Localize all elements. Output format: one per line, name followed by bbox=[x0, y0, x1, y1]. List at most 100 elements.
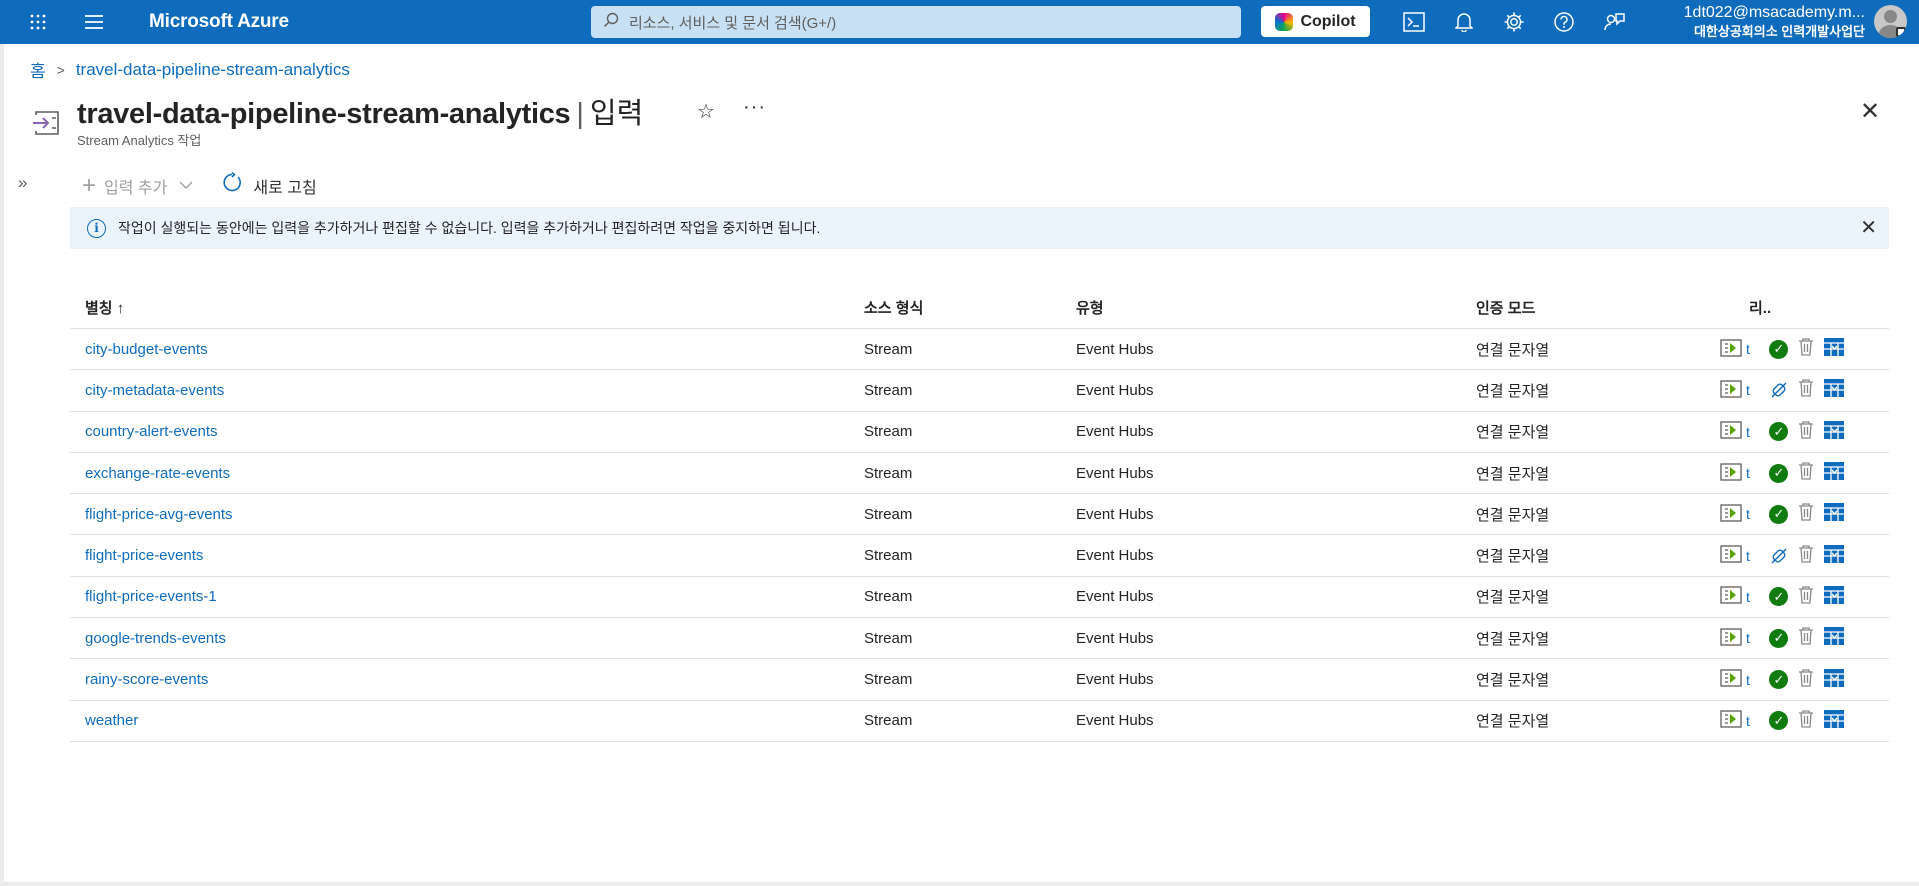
input-alias-link[interactable]: flight-price-avg-events bbox=[85, 506, 233, 523]
page-title: travel-data-pipeline-stream-analytics | 입력 bbox=[77, 90, 643, 132]
disconnected-icon bbox=[1769, 380, 1789, 400]
sample-data-icon[interactable] bbox=[1823, 585, 1845, 609]
column-header-type[interactable]: 유형 bbox=[1076, 297, 1104, 318]
sample-data-icon[interactable] bbox=[1823, 709, 1845, 733]
waffle-icon[interactable] bbox=[18, 0, 58, 44]
sample-data-icon[interactable] bbox=[1823, 420, 1845, 444]
column-header-auth[interactable]: 인증 모드 bbox=[1476, 297, 1535, 318]
auth-mode: 연결 문자열 bbox=[1476, 506, 1550, 524]
input-type: Event Hubs bbox=[1076, 423, 1154, 441]
sample-data-icon[interactable] bbox=[1823, 544, 1845, 568]
column-header-actions[interactable]: 리.. bbox=[1749, 297, 1771, 318]
test-connection-button[interactable]: t bbox=[1720, 628, 1750, 649]
input-type: Event Hubs bbox=[1076, 464, 1154, 482]
column-header-source[interactable]: 소스 형식 bbox=[864, 297, 923, 318]
breadcrumb-resource[interactable]: travel-data-pipeline-stream-analytics bbox=[76, 60, 350, 80]
sample-data-icon[interactable] bbox=[1823, 337, 1845, 361]
search-input[interactable]: 리소스, 서비스 및 문서 검색(G+/) bbox=[591, 6, 1241, 38]
test-connection-button[interactable]: t bbox=[1720, 586, 1750, 607]
test-label: t bbox=[1746, 382, 1750, 399]
avatar[interactable] bbox=[1874, 5, 1907, 38]
delete-icon[interactable] bbox=[1798, 544, 1814, 568]
input-alias-link[interactable]: city-budget-events bbox=[85, 341, 208, 358]
sample-data-icon[interactable] bbox=[1823, 378, 1845, 402]
table-row[interactable]: flight-price-events Stream Event Hubs 연결… bbox=[70, 535, 1889, 577]
sample-data-icon[interactable] bbox=[1823, 461, 1845, 485]
input-alias-link[interactable]: city-metadata-events bbox=[85, 382, 224, 399]
test-connection-button[interactable]: t bbox=[1720, 421, 1750, 442]
table-row[interactable]: city-metadata-events Stream Event Hubs 연… bbox=[70, 370, 1889, 412]
test-connection-button[interactable]: t bbox=[1720, 669, 1750, 690]
row-actions: t ✓ bbox=[1720, 420, 1845, 444]
test-connection-button[interactable]: t bbox=[1720, 462, 1750, 484]
table-row[interactable]: flight-price-events-1 Stream Event Hubs … bbox=[70, 577, 1889, 619]
table-row[interactable]: city-budget-events Stream Event Hubs 연결 … bbox=[70, 329, 1889, 371]
breadcrumb-home[interactable]: 홈 bbox=[30, 57, 46, 82]
sample-data-icon[interactable] bbox=[1823, 668, 1845, 692]
test-connection-button[interactable]: t bbox=[1720, 545, 1750, 566]
cloud-shell-icon[interactable] bbox=[1394, 0, 1434, 44]
sample-data-icon[interactable] bbox=[1823, 626, 1845, 650]
input-alias-link[interactable]: flight-price-events-1 bbox=[85, 588, 217, 605]
feedback-icon[interactable] bbox=[1594, 0, 1634, 44]
test-connection-button[interactable]: t bbox=[1720, 504, 1750, 525]
bell-icon[interactable] bbox=[1444, 0, 1484, 44]
delete-icon[interactable] bbox=[1798, 709, 1814, 733]
input-alias-link[interactable]: weather bbox=[85, 712, 138, 729]
chevron-right-icon: > bbox=[56, 61, 65, 78]
test-connection-button[interactable]: t bbox=[1720, 380, 1750, 401]
gear-icon[interactable] bbox=[1494, 0, 1534, 44]
copilot-button[interactable]: Copilot bbox=[1261, 6, 1370, 37]
test-label: t bbox=[1746, 588, 1750, 605]
input-type: Event Hubs bbox=[1076, 629, 1154, 647]
delete-icon[interactable] bbox=[1798, 668, 1814, 692]
status-ok-icon: ✓ bbox=[1769, 711, 1789, 731]
test-connection-icon bbox=[1720, 421, 1742, 442]
section-name: 입력 bbox=[589, 98, 644, 130]
test-connection-button[interactable]: t bbox=[1720, 710, 1750, 731]
user-email: 1dt022@msacademy.m... bbox=[1683, 4, 1865, 21]
sample-data-icon[interactable] bbox=[1823, 502, 1845, 526]
delete-icon[interactable] bbox=[1798, 502, 1814, 526]
delete-icon[interactable] bbox=[1798, 626, 1814, 650]
table-row[interactable]: exchange-rate-events Stream Event Hubs 연… bbox=[70, 453, 1889, 495]
delete-icon[interactable] bbox=[1798, 585, 1814, 609]
source-type: Stream bbox=[864, 381, 913, 399]
help-icon[interactable] bbox=[1544, 0, 1584, 44]
test-connection-icon bbox=[1720, 710, 1742, 731]
brand-logo[interactable]: Microsoft Azure bbox=[149, 11, 289, 33]
test-connection-icon bbox=[1720, 586, 1742, 607]
table-row[interactable]: weather Stream Event Hubs 연결 문자열 t ✓ bbox=[70, 701, 1889, 742]
close-icon[interactable]: ✕ bbox=[1860, 97, 1880, 126]
test-connection-icon bbox=[1720, 628, 1742, 649]
table-row[interactable]: google-trends-events Stream Event Hubs 연… bbox=[70, 618, 1889, 660]
row-actions: t bbox=[1720, 378, 1845, 402]
delete-icon[interactable] bbox=[1798, 420, 1814, 444]
add-input-button[interactable]: + 입력 추가 bbox=[82, 173, 193, 198]
account-menu[interactable]: 1dt022@msacademy.m... 대한상공회의소 인력개발사업단 bbox=[1660, 3, 1865, 41]
dismiss-banner-icon[interactable]: ✕ bbox=[1860, 215, 1877, 240]
delete-icon[interactable] bbox=[1798, 337, 1814, 361]
input-type: Event Hubs bbox=[1076, 547, 1154, 565]
source-type: Stream bbox=[864, 671, 913, 689]
delete-icon[interactable] bbox=[1798, 378, 1814, 402]
input-alias-link[interactable]: rainy-score-events bbox=[85, 671, 208, 688]
input-type: Event Hubs bbox=[1076, 712, 1154, 730]
more-options-icon[interactable]: ··· bbox=[743, 96, 766, 119]
favorite-star-icon[interactable]: ☆ bbox=[697, 99, 715, 124]
input-type: Event Hubs bbox=[1076, 340, 1154, 358]
table-row[interactable]: flight-price-avg-events Stream Event Hub… bbox=[70, 494, 1889, 536]
delete-icon[interactable] bbox=[1798, 461, 1814, 485]
input-alias-link[interactable]: country-alert-events bbox=[85, 423, 218, 440]
input-alias-link[interactable]: google-trends-events bbox=[85, 630, 226, 647]
menu-icon[interactable] bbox=[74, 0, 114, 44]
refresh-button[interactable]: 새로 고침 bbox=[221, 171, 317, 199]
test-connection-button[interactable]: t bbox=[1720, 338, 1750, 360]
column-header-alias[interactable]: 별칭 ↑ bbox=[85, 297, 124, 318]
expand-sidebar-icon[interactable]: » bbox=[18, 173, 27, 193]
input-alias-link[interactable]: flight-price-events bbox=[85, 547, 203, 564]
input-alias-link[interactable]: exchange-rate-events bbox=[85, 465, 230, 482]
table-row[interactable]: rainy-score-events Stream Event Hubs 연결 … bbox=[70, 659, 1889, 701]
table-row[interactable]: country-alert-events Stream Event Hubs 연… bbox=[70, 412, 1889, 453]
row-actions: t ✓ bbox=[1720, 461, 1845, 485]
